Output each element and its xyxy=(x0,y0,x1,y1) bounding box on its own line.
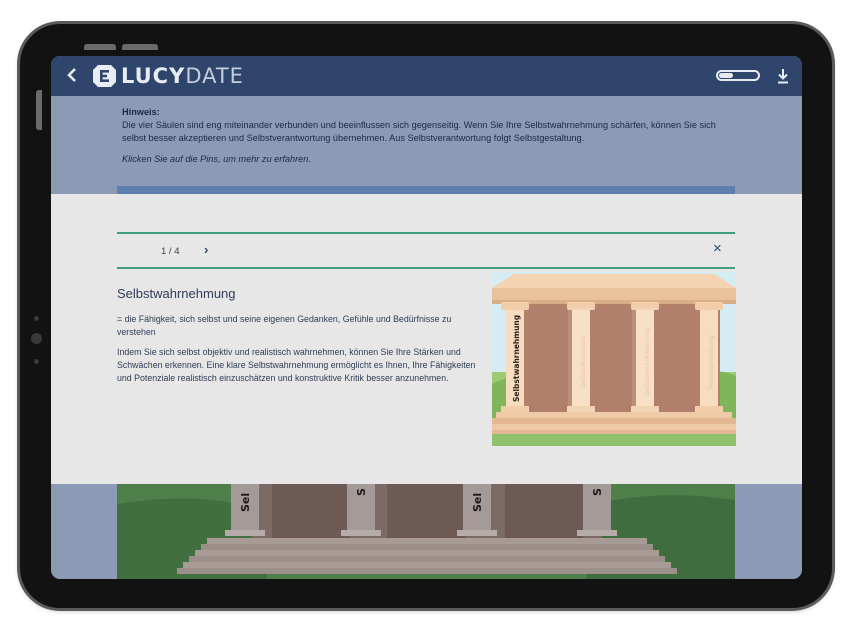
download-icon xyxy=(778,69,788,84)
temple-illustration-background: Sel S Sel S xyxy=(117,484,735,579)
info-modal: 1 / 4 › × Selbstwahrnehmung = die Fähigk… xyxy=(51,194,802,484)
modal-rule-bottom xyxy=(117,267,735,269)
pillar-label-faded-2: Selbstverantwortung xyxy=(643,328,651,396)
modal-definition: = die Fähigkeit, sich selbst und seine e… xyxy=(117,314,452,337)
volume-button xyxy=(122,44,158,50)
next-button[interactable]: › xyxy=(204,242,208,257)
chevron-left-icon xyxy=(67,68,76,82)
temple-illustration: Selbstwahrnehmung Selbstakzeptanz Selbst… xyxy=(492,272,736,446)
temple-scene-background: Sel S Sel S xyxy=(117,484,735,579)
logo-text-lucy: LUCY xyxy=(121,64,186,88)
modal-body: = die Fähigkeit, sich selbst und seine e… xyxy=(117,313,479,393)
modal-title: Selbstwahrnehmung xyxy=(117,286,236,301)
app-screen: LUCYDATE Hinweis: Die vier Säulen sind e… xyxy=(51,56,802,579)
sensor-dot xyxy=(34,316,39,321)
bg-pillar-label-3: Sel xyxy=(471,493,484,512)
sensor-dot xyxy=(34,359,39,364)
modal-rule-top xyxy=(117,232,735,234)
hint-text: Die vier Säulen sind eng miteinander ver… xyxy=(122,120,716,143)
close-button[interactable]: × xyxy=(713,241,722,256)
logo-text-date: DATE xyxy=(185,64,244,88)
bg-pillar-label-4: S xyxy=(591,488,604,496)
toggle-icon[interactable] xyxy=(716,70,760,81)
app-header: LUCYDATE xyxy=(51,56,802,96)
bg-pillar-label-2: S xyxy=(355,488,368,496)
pillar-label-faded-1: Selbstakzeptanz xyxy=(579,334,587,388)
toggle-knob xyxy=(719,73,733,78)
back-button[interactable] xyxy=(65,64,81,86)
hint-instruction: Klicken Sie auf die Pins, um mehr zu erf… xyxy=(122,154,311,164)
pillar-label-selbstwahrnehmung: Selbstwahrnehmung xyxy=(512,315,521,402)
modal-description: Indem Sie sich selbst objektiv und reali… xyxy=(117,347,476,383)
app-logo: LUCYDATE xyxy=(91,63,244,89)
power-button xyxy=(36,90,42,130)
pillar-label-faded-3: Selbstgestaltung xyxy=(707,335,715,390)
pager-indicator: 1 / 4 xyxy=(161,246,180,257)
camera-icon xyxy=(31,333,42,344)
hint-title: Hinweis: xyxy=(122,107,160,117)
download-button[interactable] xyxy=(776,67,790,85)
content-strip xyxy=(117,186,735,194)
volume-button xyxy=(84,44,116,50)
logo-mark-icon xyxy=(93,65,116,87)
bg-pillar-label-1: Sel xyxy=(239,493,252,512)
hint-box: Hinweis: Die vier Säulen sind eng mitein… xyxy=(122,106,732,166)
